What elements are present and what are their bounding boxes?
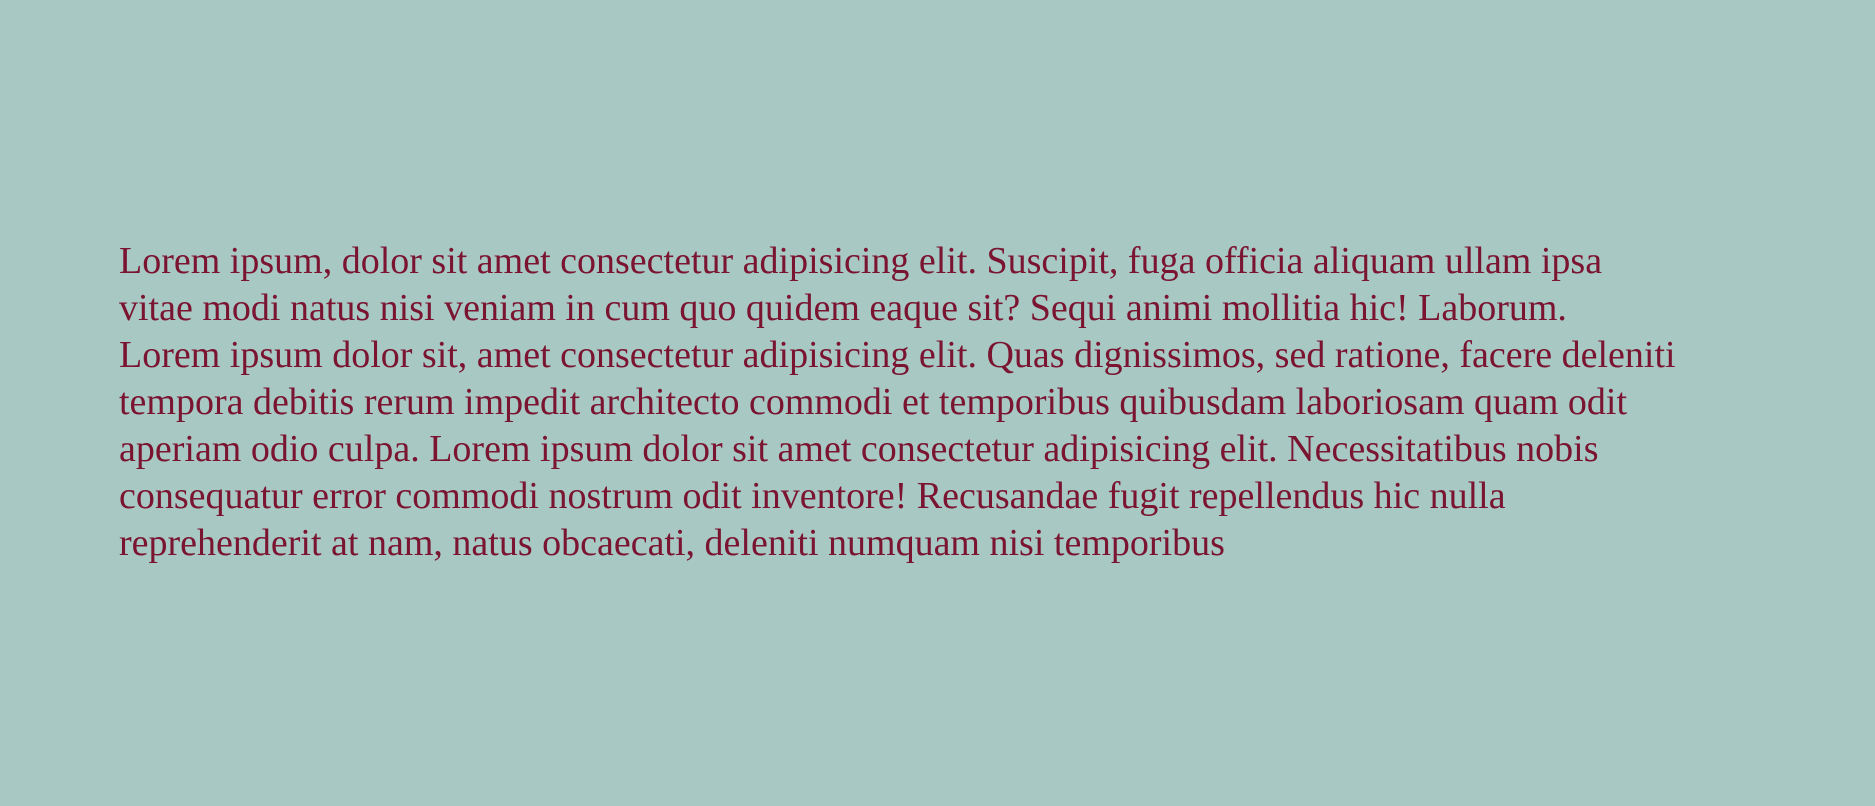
paragraph-line-6: consequatur error commodi nostrum odit i…	[119, 475, 1506, 517]
paragraph-line-7: reprehenderit at nam, natus obcaecati, d…	[119, 522, 1225, 564]
paragraph-line-3: Lorem ipsum dolor sit, amet consectetur …	[119, 334, 1676, 376]
paragraph-line-4: tempora debitis rerum impedit architecto…	[119, 381, 1628, 423]
page-background: Lorem ipsum, dolor sit amet consectetur …	[0, 0, 1875, 806]
paragraph-line-2: vitae modi natus nisi veniam in cum quo …	[119, 287, 1567, 329]
lorem-paragraph: Lorem ipsum, dolor sit amet consectetur …	[119, 238, 1779, 567]
paragraph-line-1: Lorem ipsum, dolor sit amet consectetur …	[119, 240, 1603, 282]
paragraph-line-5: aperiam odio culpa. Lorem ipsum dolor si…	[119, 428, 1599, 470]
